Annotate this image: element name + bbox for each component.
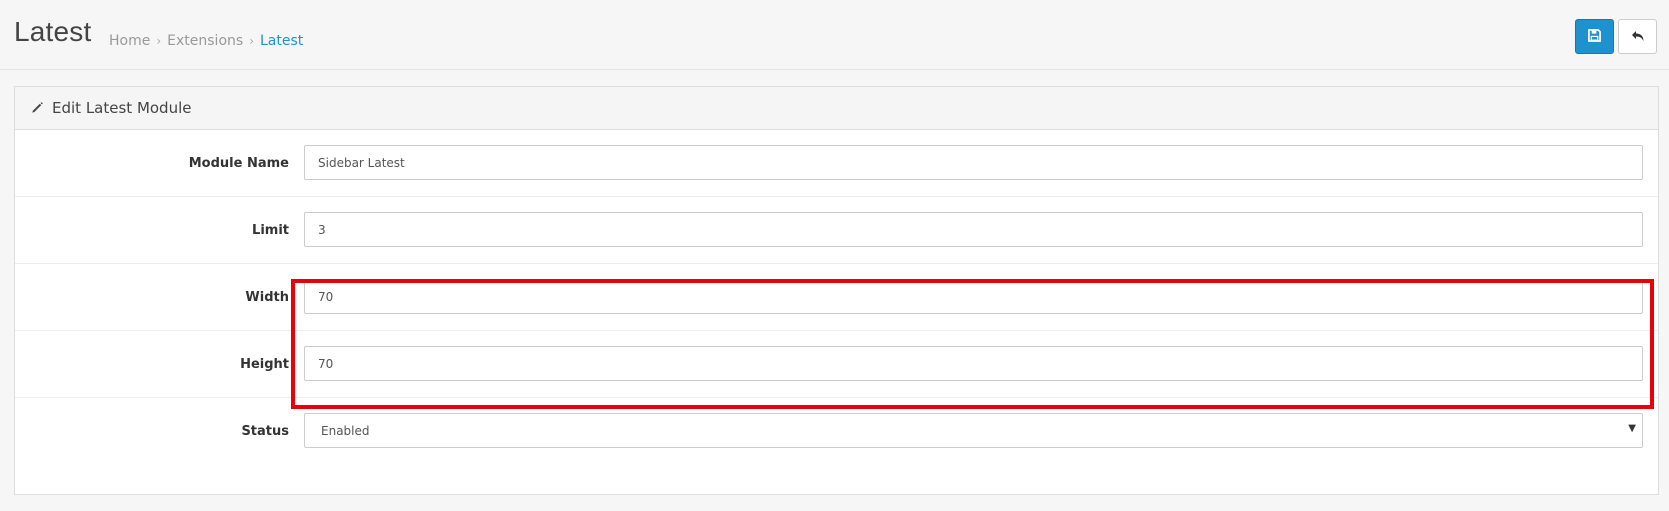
form-row-height: Height (15, 331, 1658, 398)
height-label: Height (240, 357, 289, 372)
form-row-width: Width (15, 264, 1658, 331)
status-select-value: Enabled (321, 423, 370, 438)
page: Latest Home › Extensions › Latest Edit L… (0, 0, 1669, 511)
breadcrumb: Home › Extensions › Latest (109, 33, 303, 49)
pencil-icon (31, 99, 44, 118)
form-row-status: Status Enabled ▼ (15, 398, 1658, 465)
breadcrumb-home[interactable]: Home (109, 33, 150, 49)
module-name-input[interactable] (304, 145, 1643, 180)
reply-icon (1631, 27, 1645, 46)
page-header: Latest Home › Extensions › Latest (0, 0, 1669, 70)
panel-heading: Edit Latest Module (15, 87, 1658, 130)
height-input[interactable] (304, 346, 1643, 381)
width-label: Width (245, 290, 289, 305)
panel-title: Edit Latest Module (52, 99, 192, 117)
limit-label: Limit (252, 223, 289, 238)
save-icon (1588, 27, 1601, 46)
form-row-limit: Limit (15, 197, 1658, 264)
module-name-label: Module Name (188, 156, 289, 171)
edit-module-panel: Edit Latest Module Module Name Limit Wid… (14, 86, 1659, 495)
limit-input[interactable] (304, 212, 1643, 247)
page-title: Latest (14, 16, 92, 47)
width-input[interactable] (304, 279, 1643, 314)
status-select[interactable]: Enabled ▼ (304, 413, 1643, 448)
breadcrumb-latest[interactable]: Latest (260, 33, 303, 49)
breadcrumb-separator: › (156, 34, 162, 48)
chevron-down-icon: ▼ (1628, 423, 1636, 434)
breadcrumb-extensions[interactable]: Extensions (167, 33, 243, 49)
status-label: Status (241, 424, 289, 439)
save-button[interactable] (1575, 19, 1614, 54)
back-button[interactable] (1618, 19, 1657, 54)
form-row-module-name: Module Name (15, 130, 1658, 197)
breadcrumb-separator: › (249, 34, 254, 48)
